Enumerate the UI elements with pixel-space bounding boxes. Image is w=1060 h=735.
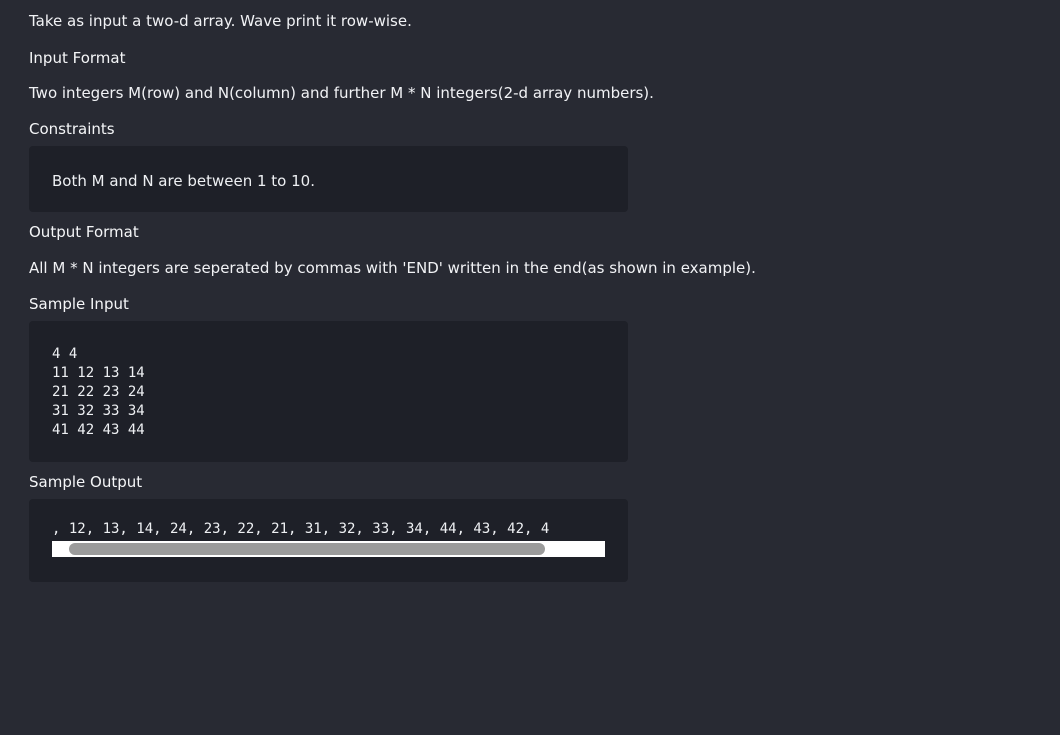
input-format-text: Two integers M(row) and N(column) and fu… (29, 84, 654, 102)
sample-output-heading: Sample Output (29, 473, 143, 491)
sample-output-box: , 12, 13, 14, 24, 23, 22, 21, 31, 32, 33… (29, 499, 628, 582)
horizontal-scrollbar[interactable] (52, 541, 605, 557)
constraints-heading: Constraints (29, 120, 115, 138)
sample-input-box: 4 4 11 12 13 14 21 22 23 24 31 32 33 34 … (29, 321, 628, 462)
sample-output-viewport[interactable]: , 12, 13, 14, 24, 23, 22, 21, 31, 32, 33… (52, 520, 605, 542)
output-format-text: All M * N integers are seperated by comm… (29, 259, 756, 277)
input-format-heading: Input Format (29, 49, 126, 67)
scrollbar-thumb[interactable] (69, 543, 545, 555)
sample-input-heading: Sample Input (29, 295, 129, 313)
problem-statement: Take as input a two-d array. Wave print … (29, 12, 412, 30)
constraints-box: Both M and N are between 1 to 10. (29, 146, 628, 212)
sample-input-code: 4 4 11 12 13 14 21 22 23 24 31 32 33 34 … (52, 346, 145, 438)
sample-output-code: , 12, 13, 14, 24, 23, 22, 21, 31, 32, 33… (52, 521, 550, 537)
output-format-heading: Output Format (29, 223, 139, 241)
constraints-text: Both M and N are between 1 to 10. (52, 172, 315, 190)
problem-page: Take as input a two-d array. Wave print … (0, 0, 1060, 735)
